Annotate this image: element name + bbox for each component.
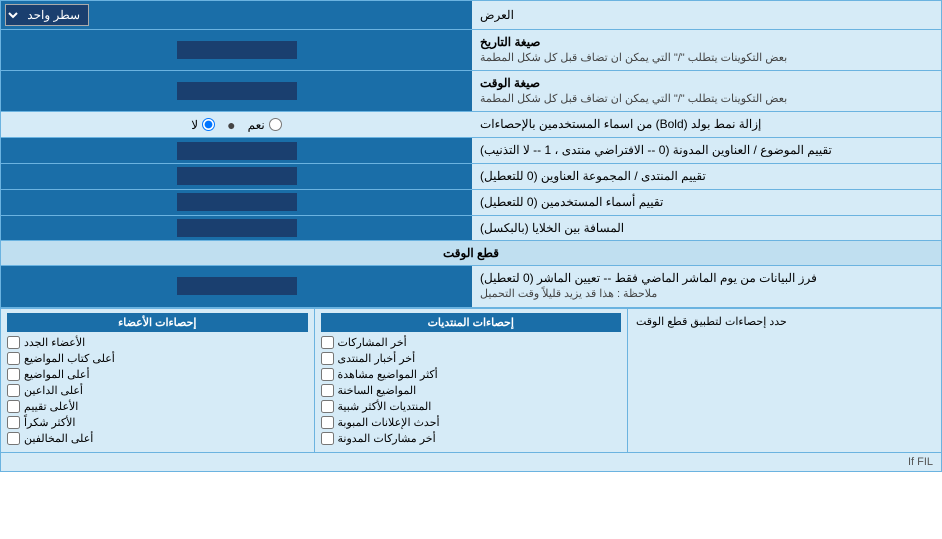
- radio-no[interactable]: [202, 118, 215, 131]
- checkbox-member-6[interactable]: [7, 416, 20, 429]
- users-rating-input-cell: 0: [1, 190, 472, 215]
- date-format-label: صيغة التاريخ بعض التكوينات يتطلب "/" الت…: [472, 30, 941, 70]
- checkboxes-section: حدد إحصاءات لتطبيق قطع الوقت إحصاءات الم…: [1, 308, 941, 452]
- checkbox-item: الأعلى تقييم: [7, 400, 308, 413]
- cutoff-data-label: فرز البيانات من يوم الماشر الماضي فقط --…: [472, 266, 941, 306]
- radio-yes-label[interactable]: نعم: [248, 118, 282, 132]
- time-format-label: صيغة الوقت بعض التكوينات يتطلب "/" التي …: [472, 71, 941, 111]
- checkbox-item: أعلى المخالفين: [7, 432, 308, 445]
- checkbox-col-members: إحصاءات الأعضاء الأعضاء الجدد أعلى كتاب …: [1, 309, 314, 452]
- bold-radio-cell: نعم ● لا: [1, 112, 472, 137]
- row-cutoff-data: فرز البيانات من يوم الماشر الماضي فقط --…: [1, 266, 941, 307]
- date-format-input-cell: d-m: [1, 30, 472, 70]
- checkbox-member-7[interactable]: [7, 432, 20, 445]
- limit-label-cell: حدد إحصاءات لتطبيق قطع الوقت: [627, 309, 941, 452]
- section-header-cutoff: قطع الوقت: [1, 241, 941, 266]
- checkbox-member-4[interactable]: [7, 384, 20, 397]
- date-format-input[interactable]: d-m: [177, 41, 297, 59]
- row-ard: العرض سطر واحد سطرين ثلاثة أسطر: [1, 1, 941, 30]
- checkbox-member-3[interactable]: [7, 368, 20, 381]
- forum-rating-input-cell: 33: [1, 164, 472, 189]
- checkbox-forum-4[interactable]: [321, 384, 334, 397]
- users-rating-label: تقييم أسماء المستخدمين (0 للتعطيل): [472, 190, 941, 215]
- checkbox-item: أحدث الإعلانات المبوبة: [321, 416, 622, 429]
- checkbox-forum-2[interactable]: [321, 352, 334, 365]
- row-users-rating: تقييم أسماء المستخدمين (0 للتعطيل) 0: [1, 190, 941, 216]
- checkbox-item: أكثر المواضيع مشاهدة: [321, 368, 622, 381]
- spacing-input-cell: 2: [1, 216, 472, 241]
- spacing-label: المسافة بين الخلايا (بالبكسل): [472, 216, 941, 241]
- topics-rating-input-cell: 33: [1, 138, 472, 163]
- radio-yes[interactable]: [269, 118, 282, 131]
- col2-header: إحصاءات الأعضاء: [7, 313, 308, 332]
- radio-no-label[interactable]: لا: [191, 118, 215, 132]
- checkbox-item: أخر المشاركات: [321, 336, 622, 349]
- checkbox-col-forums: إحصاءات المنتديات أخر المشاركات أخر أخبا…: [314, 309, 628, 452]
- checkbox-forum-7[interactable]: [321, 432, 334, 445]
- cutoff-data-input-cell: 0: [1, 266, 472, 306]
- ard-select[interactable]: سطر واحد سطرين ثلاثة أسطر: [5, 4, 89, 26]
- users-rating-input[interactable]: 0: [177, 193, 297, 211]
- row-forum-rating: تقييم المنتدى / المجموعة العناوين (0 للت…: [1, 164, 941, 190]
- checkbox-member-2[interactable]: [7, 352, 20, 365]
- checkbox-forum-1[interactable]: [321, 336, 334, 349]
- forum-rating-label: تقييم المنتدى / المجموعة العناوين (0 للت…: [472, 164, 941, 189]
- row-spacing: المسافة بين الخلايا (بالبكسل) 2: [1, 216, 941, 242]
- time-format-input[interactable]: H:i: [177, 82, 297, 100]
- checkbox-item: الأكثر شكراً: [7, 416, 308, 429]
- checkbox-forum-3[interactable]: [321, 368, 334, 381]
- checkbox-item: أخر أخبار المنتدى: [321, 352, 622, 365]
- row-topics-rating: تقييم الموضوع / العناوين المدونة (0 -- ا…: [1, 138, 941, 164]
- checkbox-item: الأعضاء الجدد: [7, 336, 308, 349]
- row-bold: إزالة نمط بولد (Bold) من اسماء المستخدمي…: [1, 112, 941, 138]
- row-date-format: صيغة التاريخ بعض التكوينات يتطلب "/" الت…: [1, 30, 941, 71]
- checkbox-item: المواضيع الساخنة: [321, 384, 622, 397]
- checkbox-item: أعلى الداعين: [7, 384, 308, 397]
- time-format-input-cell: H:i: [1, 71, 472, 111]
- checkbox-forum-5[interactable]: [321, 400, 334, 413]
- bold-label: إزالة نمط بولد (Bold) من اسماء المستخدمي…: [472, 112, 941, 137]
- ard-label: العرض: [472, 1, 941, 29]
- checkbox-item: أعلى كتاب المواضيع: [7, 352, 308, 365]
- checkbox-forum-6[interactable]: [321, 416, 334, 429]
- checkbox-item: أعلى المواضيع: [7, 368, 308, 381]
- topics-rating-label: تقييم الموضوع / العناوين المدونة (0 -- ا…: [472, 138, 941, 163]
- checkbox-member-1[interactable]: [7, 336, 20, 349]
- row-time-format: صيغة الوقت بعض التكوينات يتطلب "/" التي …: [1, 71, 941, 112]
- cutoff-data-input[interactable]: 0: [177, 277, 297, 295]
- ard-input-cell: سطر واحد سطرين ثلاثة أسطر: [1, 1, 472, 29]
- topics-rating-input[interactable]: 33: [177, 142, 297, 160]
- forum-rating-input[interactable]: 33: [177, 167, 297, 185]
- spacing-input[interactable]: 2: [177, 219, 297, 237]
- col1-header: إحصاءات المنتديات: [321, 313, 622, 332]
- bottom-note: If FIL: [1, 452, 941, 471]
- checkbox-item: أخر مشاركات المدونة: [321, 432, 622, 445]
- checkbox-item: المنتديات الأكثر شبية: [321, 400, 622, 413]
- checkbox-member-5[interactable]: [7, 400, 20, 413]
